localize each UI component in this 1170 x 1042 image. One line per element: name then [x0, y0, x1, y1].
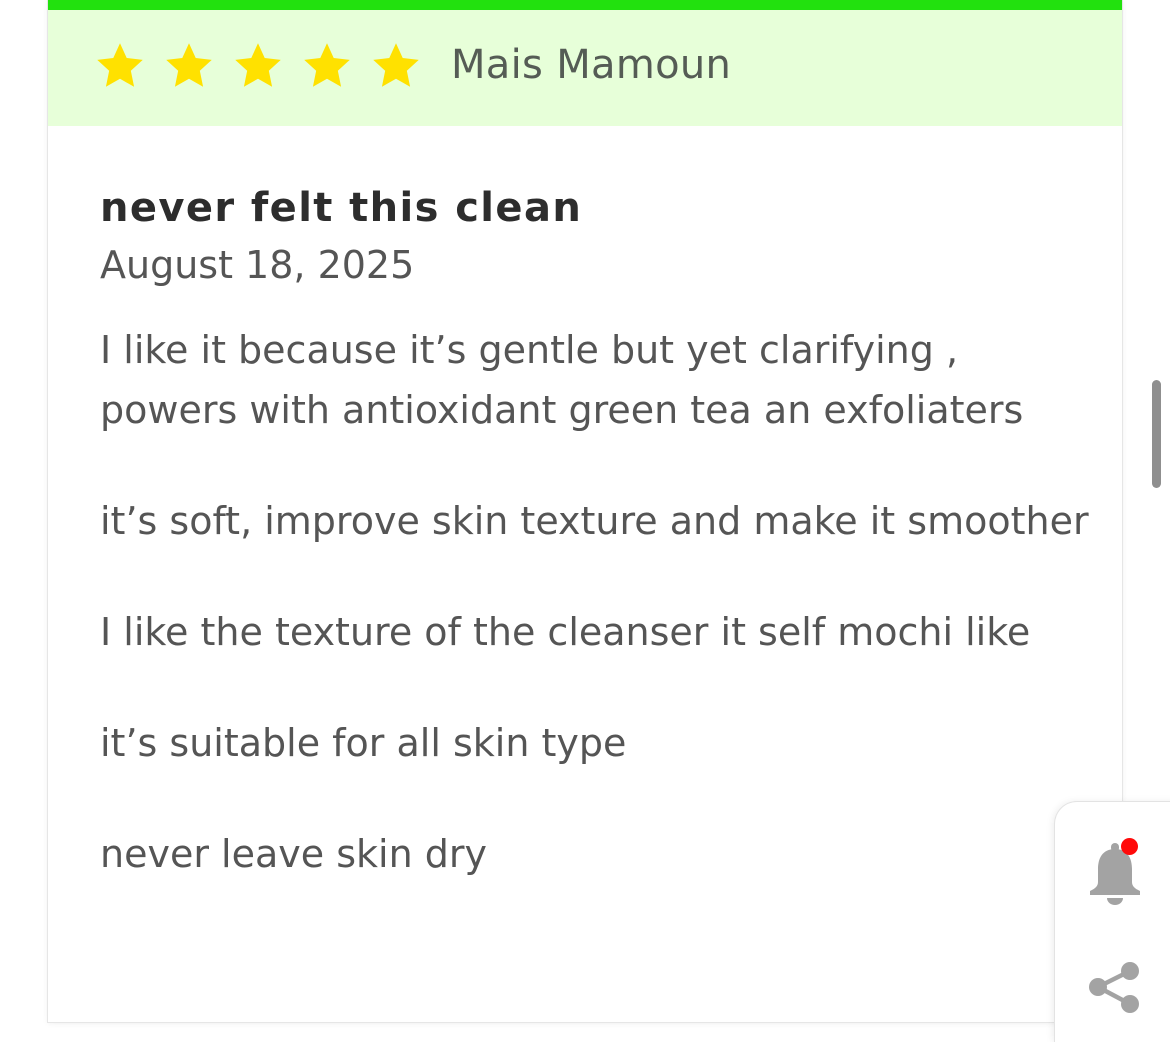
- share-icon: [1089, 962, 1139, 1013]
- review-paragraph: I like it because it’s gentle but yet cl…: [100, 328, 1024, 432]
- review-text: I like it because it’s gentle but yet cl…: [100, 320, 1100, 884]
- star-rating: [94, 40, 422, 92]
- star-icon: [373, 43, 419, 87]
- star-icon: [166, 43, 212, 87]
- review-date: August 18, 2025: [100, 243, 415, 287]
- review-header: Mais Mamoun: [48, 10, 1122, 126]
- review-accent-bar: [48, 0, 1122, 10]
- star-icon: [304, 43, 350, 87]
- star-icon: [97, 43, 143, 87]
- review-paragraph: never leave skin dry: [100, 832, 487, 876]
- review-title: never felt this clean: [100, 185, 583, 231]
- notification-badge: [1121, 838, 1138, 855]
- review-paragraph: it’s suitable for all skin type: [100, 721, 627, 765]
- review-paragraph: it’s soft, improve skin texture and make…: [100, 499, 1089, 543]
- review-paragraph: I like the texture of the cleanser it se…: [100, 610, 1031, 654]
- review-body: never felt this clean August 18, 2025 I …: [100, 182, 1100, 935]
- star-icon: [235, 43, 281, 87]
- floating-action-panel: [1055, 802, 1170, 1042]
- share-button[interactable]: [1085, 959, 1145, 1019]
- reviewer-name: Mais Mamoun: [451, 42, 732, 88]
- scrollbar-thumb[interactable]: [1152, 380, 1161, 488]
- notifications-button[interactable]: [1085, 838, 1145, 906]
- review-card: Mais Mamoun never felt this clean August…: [48, 0, 1122, 1022]
